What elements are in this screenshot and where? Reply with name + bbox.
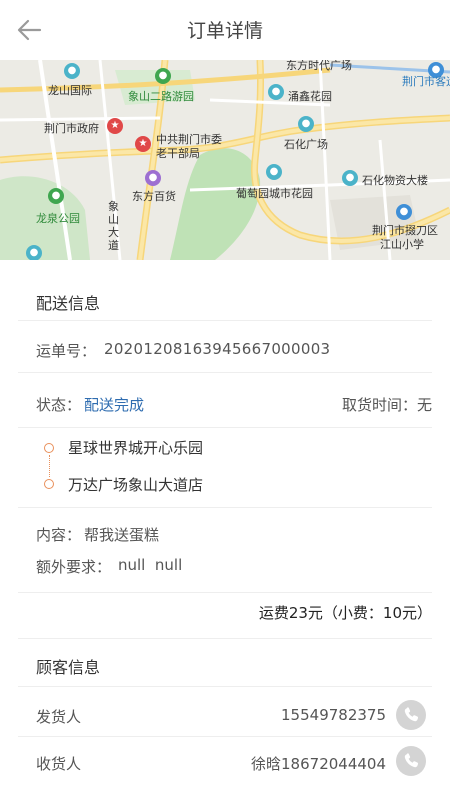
call-receiver-button[interactable] <box>396 746 426 776</box>
order-info-card: 配送信息 运单号： 20201208163945667000003 状态： 配送… <box>0 260 450 800</box>
map-poi-icon: ● <box>268 84 284 100</box>
route-line <box>49 455 50 477</box>
status-value: 配送完成 <box>84 396 145 414</box>
call-sender-button[interactable] <box>396 700 426 730</box>
map-poi-icon: ● <box>26 245 42 260</box>
delivery-section-header: 配送信息 <box>18 260 432 321</box>
map-poi-icon: ● <box>64 63 80 79</box>
pickup-label: 取货时间： <box>341 396 417 414</box>
map-park-icon: ● <box>48 188 64 204</box>
map-poi-icon: ● <box>342 170 358 186</box>
map-label: 涌鑫花园 <box>288 90 332 103</box>
extra-label: 额外要求： <box>36 558 112 576</box>
map-label: 老干部局 <box>156 147 200 160</box>
map-label: 荆门市客运 <box>402 75 450 88</box>
status-row: 状态： 配送完成 取货时间：无 <box>18 372 432 428</box>
receiver-row: 收货人 徐晗18672044404 <box>18 736 432 786</box>
receiver-name-phone: 徐晗18672044404 <box>251 755 386 773</box>
page-title: 订单详情 <box>186 20 263 42</box>
map-park-icon: ● <box>155 68 171 84</box>
map-label: 石化广场 <box>284 138 328 151</box>
map-label: 象山二路游园 <box>128 90 194 103</box>
phone-icon <box>404 753 419 768</box>
route-map[interactable]: ● ● ● ★ ★ ● ● ● ● ● ● ● ● 东方时代广场 荆门市客运 龙… <box>0 60 450 260</box>
pickup-value: 无 <box>416 396 432 414</box>
map-label: 石化物资大楼 <box>362 174 428 187</box>
origin-dot-icon <box>44 443 54 453</box>
sender-label: 发货人 <box>36 708 82 726</box>
map-label: 东方百货 <box>132 190 176 203</box>
map-school-icon: ● <box>396 204 412 220</box>
customer-section-header: 顾客信息 <box>18 638 432 687</box>
map-label: 江山小学 <box>380 238 424 251</box>
destination-address: 万达广场象山大道店 <box>68 476 204 494</box>
content-label: 内容： <box>36 526 82 544</box>
map-shop-icon: ● <box>145 170 161 186</box>
section-title: 顾客信息 <box>36 658 101 677</box>
map-label: 龙泉公园 <box>36 212 80 225</box>
status-label: 状态： <box>36 396 82 414</box>
section-title: 配送信息 <box>36 294 101 313</box>
top-bar: 订单详情 <box>0 0 450 60</box>
sender-row: 发货人 15549782375 <box>18 686 432 737</box>
destination-dot-icon <box>44 479 54 489</box>
sender-phone: 15549782375 <box>281 706 386 724</box>
waybill-number: 20201208163945667000003 <box>104 340 331 358</box>
map-government-icon: ★ <box>107 118 123 134</box>
waybill-label: 运单号： <box>36 342 97 360</box>
waybill-row: 运单号： 20201208163945667000003 <box>18 320 432 373</box>
content-row: 内容： 帮我送蛋糕 额外要求： null null <box>18 507 432 593</box>
fee-row: 运费23元（小费：10元） <box>18 592 432 639</box>
origin-address: 星球世界城开心乐园 <box>68 439 204 457</box>
map-poi-icon: ● <box>266 164 282 180</box>
map-label: 龙山国际 <box>48 84 92 97</box>
extra-value: null null <box>118 556 183 574</box>
map-poi-icon: ● <box>298 116 314 132</box>
fee-text: 运费23元（小费：10元） <box>258 604 432 622</box>
phone-icon <box>404 707 419 722</box>
map-label: 荆门市政府 <box>44 122 99 135</box>
receiver-label: 收货人 <box>36 755 82 773</box>
map-label: 象山大道 <box>108 200 119 252</box>
content-value: 帮我送蛋糕 <box>84 526 160 544</box>
pickup-time: 取货时间：无 <box>342 394 432 415</box>
map-label: 葡萄园城市花园 <box>236 187 313 200</box>
map-label: 东方时代广场 <box>286 60 352 72</box>
route-row: 星球世界城开心乐园 万达广场象山大道店 <box>18 427 432 508</box>
map-government-icon: ★ <box>135 136 151 152</box>
